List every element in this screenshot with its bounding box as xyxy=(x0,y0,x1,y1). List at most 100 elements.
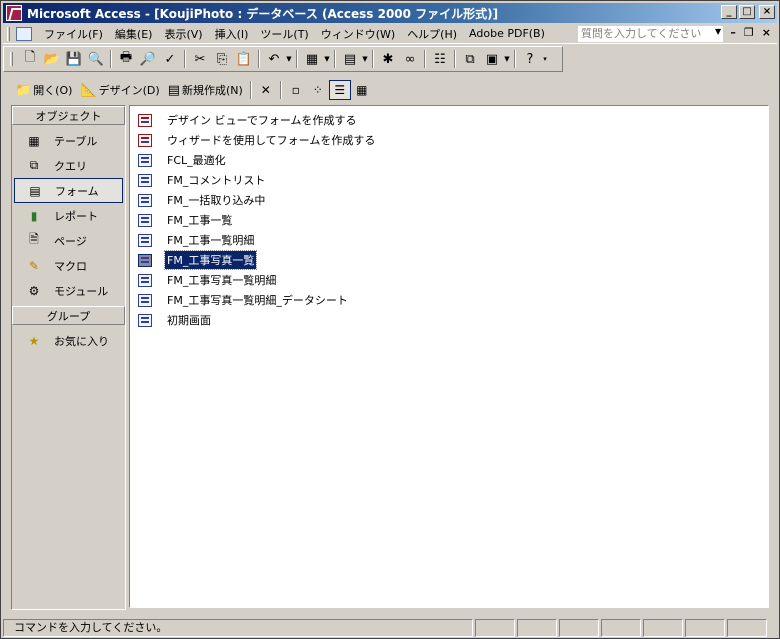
open-label: 開く(O) xyxy=(33,84,73,97)
analyze-icon[interactable]: ▤ xyxy=(339,48,361,70)
groups-header[interactable]: グループ xyxy=(12,306,125,325)
status-cell xyxy=(685,619,725,637)
list-item-form[interactable]: 初期画面 xyxy=(130,310,768,330)
mdi-restore-button[interactable]: ❐ xyxy=(744,26,754,39)
access-app-icon[interactable] xyxy=(6,5,22,21)
new-icon[interactable]: 🗋 xyxy=(19,48,41,70)
open-button[interactable]: 📁 開く(O) xyxy=(11,80,76,100)
list-item-form[interactable]: FM_一括取り込み中 xyxy=(130,190,768,210)
object-label: モジュール xyxy=(54,284,109,298)
status-bar: コマンドを入力してください。 xyxy=(3,618,777,638)
relationships-icon[interactable]: ⧉ xyxy=(459,48,481,70)
small-icons-icon: ⁘ xyxy=(312,83,323,97)
status-cell xyxy=(727,619,767,637)
favorites-folder-icon: ★ xyxy=(28,333,40,348)
print-preview-icon[interactable]: 🔎 xyxy=(137,48,159,70)
new-label: 新規作成(N) xyxy=(181,84,243,97)
details-view-button[interactable]: ▦ xyxy=(351,80,373,100)
list-view-button[interactable]: ☰ xyxy=(328,80,351,100)
object-reports[interactable]: ▮ レポート xyxy=(14,203,123,228)
object-modules[interactable]: ⚙ モジュール xyxy=(14,278,123,303)
object-tables[interactable]: ▦ テーブル xyxy=(14,128,123,153)
list-item-create-wizard[interactable]: ウィザードを使用してフォームを作成する xyxy=(130,130,768,150)
toolbar-options-icon[interactable]: ▾ xyxy=(541,55,549,63)
object-label: クエリ xyxy=(54,159,87,173)
object-macros[interactable]: ✎ マクロ xyxy=(14,253,123,278)
print-icon[interactable]: 🖶 xyxy=(115,48,137,70)
toolbar-separator xyxy=(372,50,374,68)
table-icon: ▦ xyxy=(28,133,40,148)
list-item-form-selected[interactable]: FM_工事写真一覧 xyxy=(130,250,768,270)
design-button[interactable]: 📐 デザイン(D) xyxy=(76,80,163,100)
object-label: フォーム xyxy=(55,184,99,198)
design-label: デザイン(D) xyxy=(98,84,160,97)
toolbar-grip[interactable] xyxy=(10,52,13,66)
status-text: コマンドを入力してください。 xyxy=(3,619,473,637)
new-object-icon[interactable]: ▣ xyxy=(481,48,503,70)
list-item-form[interactable]: FM_工事写真一覧明細_データシート xyxy=(130,290,768,310)
menu-file[interactable]: ファイル(F) xyxy=(38,26,109,42)
menubar-grip[interactable] xyxy=(7,26,10,41)
group-favorites[interactable]: ★ お気に入り xyxy=(14,328,123,353)
list-item-form[interactable]: FM_コメントリスト xyxy=(130,170,768,190)
objects-header[interactable]: オブジェクト xyxy=(12,106,125,125)
report-icon: ▮ xyxy=(30,208,38,223)
toolbar-separator xyxy=(110,50,112,68)
form-list: デザイン ビューでフォームを作成する ウィザードを使用してフォームを作成する F… xyxy=(129,105,769,608)
copy-icon[interactable]: ⎘ xyxy=(211,48,233,70)
list-item-label: ウィザードを使用してフォームを作成する xyxy=(167,134,376,147)
close-button[interactable]: × xyxy=(759,5,775,19)
help-question-input[interactable]: 質問を入力してください xyxy=(578,26,723,42)
macro-icon: ✎ xyxy=(28,258,40,273)
help-icon[interactable]: ? xyxy=(519,48,541,70)
analyze-dropdown-icon[interactable]: ▼ xyxy=(361,55,369,63)
menu-adobe-pdf[interactable]: Adobe PDF(B) xyxy=(463,27,551,40)
document-menu-icon[interactable] xyxy=(16,26,32,41)
small-icons-view-button[interactable]: ⁘ xyxy=(307,80,329,100)
new-button[interactable]: ▤ 新規作成(N) xyxy=(164,80,247,100)
list-item-label: FM_工事写真一覧 xyxy=(163,250,258,270)
cut-icon[interactable]: ✂ xyxy=(189,48,211,70)
save-icon[interactable]: 💾 xyxy=(63,48,85,70)
list-item-label: FM_工事写真一覧明細 xyxy=(167,274,277,287)
new-object-dropdown-icon[interactable]: ▼ xyxy=(503,55,511,63)
delete-button[interactable]: ✕ xyxy=(255,80,277,100)
list-item-form[interactable]: FM_工事一覧明細 xyxy=(130,230,768,250)
menu-help[interactable]: ヘルプ(H) xyxy=(401,26,463,42)
mdi-minimize-button[interactable]: – xyxy=(730,26,736,39)
help-dropdown-arrow-icon[interactable]: ▼ xyxy=(715,27,721,36)
properties-icon[interactable]: ☷ xyxy=(429,48,451,70)
script-icon[interactable]: ∞ xyxy=(399,48,421,70)
paste-icon[interactable]: 📋 xyxy=(233,48,255,70)
file-search-icon[interactable]: 🔍 xyxy=(85,48,107,70)
menu-tools[interactable]: ツール(T) xyxy=(254,26,314,42)
list-item-form[interactable]: FCL_最適化 xyxy=(130,150,768,170)
menu-edit[interactable]: 編集(E) xyxy=(109,26,159,42)
undo-icon[interactable]: ↶ xyxy=(263,48,285,70)
office-links-dropdown-icon[interactable]: ▼ xyxy=(323,55,331,63)
form-icon xyxy=(138,173,152,187)
list-item-form[interactable]: FM_工事一覧 xyxy=(130,210,768,230)
large-icons-view-button[interactable]: ▫ xyxy=(285,80,307,100)
menu-view[interactable]: 表示(V) xyxy=(158,26,208,42)
code-icon[interactable]: ✱ xyxy=(377,48,399,70)
open-folder-icon[interactable]: 📂 xyxy=(41,48,63,70)
list-item-form[interactable]: FM_工事写真一覧明細 xyxy=(130,270,768,290)
maximize-button[interactable]: □ xyxy=(739,5,755,19)
undo-dropdown-icon[interactable]: ▼ xyxy=(285,55,293,63)
object-pages[interactable]: 🗎 ページ xyxy=(14,228,123,253)
form-icon xyxy=(138,293,152,307)
office-links-icon[interactable]: ▦ xyxy=(301,48,323,70)
window-title: Microsoft Access - [KoujiPhoto : データベース … xyxy=(27,6,499,21)
toolbar-separator xyxy=(454,50,456,68)
menu-insert[interactable]: 挿入(I) xyxy=(209,26,255,42)
menu-window[interactable]: ウィンドウ(W) xyxy=(315,26,401,42)
mdi-close-button[interactable]: × xyxy=(762,26,771,39)
form-icon xyxy=(138,313,152,327)
object-forms[interactable]: ▤ フォーム xyxy=(14,178,123,203)
title-bar[interactable]: Microsoft Access - [KoujiPhoto : データベース … xyxy=(3,3,777,23)
spelling-icon[interactable]: ✓ xyxy=(159,48,181,70)
list-item-create-design[interactable]: デザイン ビューでフォームを作成する xyxy=(130,110,768,130)
object-queries[interactable]: ⧉ クエリ xyxy=(14,153,123,178)
minimize-button[interactable]: _ xyxy=(721,5,737,19)
